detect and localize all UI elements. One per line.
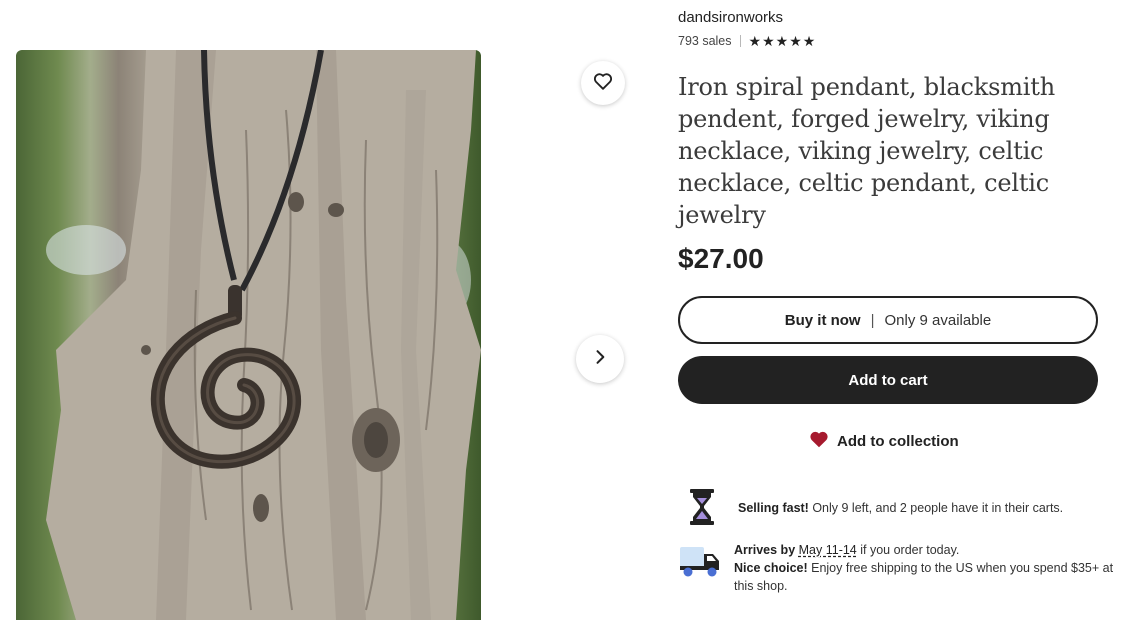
next-image-button[interactable] — [576, 335, 624, 383]
arrives-prefix: Arrives by — [734, 543, 799, 557]
free-shipping-line: Nice choice! Enjoy free shipping to the … — [734, 559, 1122, 595]
selling-fast-bold: Selling fast! — [738, 501, 809, 515]
buy-now-label: Buy it now — [784, 311, 861, 329]
arrival-line: Arrives by May 11-14 if you order today. — [734, 541, 1122, 559]
star-icon: ★ — [789, 33, 802, 49]
selling-fast-text: Selling fast! Only 9 left, and 2 people … — [738, 499, 1063, 517]
star-icon: ★ — [762, 33, 775, 49]
star-icon: ★ — [775, 33, 789, 49]
shop-name-link[interactable]: dandsironworks — [678, 9, 783, 26]
selling-fast-detail: Only 9 left, and 2 people have it in the… — [808, 501, 1064, 515]
add-to-collection-button[interactable]: Add to collection — [808, 428, 959, 454]
star-icon: ★ — [802, 33, 816, 49]
product-image[interactable] — [16, 50, 481, 620]
star-icon: ★ — [748, 33, 762, 49]
heart-outline-icon — [592, 70, 614, 97]
chevron-right-icon — [590, 347, 610, 372]
shipping-text: Arrives by May 11-14 if you order today.… — [734, 541, 1122, 595]
delivery-truck-icon — [678, 541, 722, 579]
shop-meta: 793 sales ★ ★ ★ ★ ★ — [678, 34, 815, 48]
heart-filled-icon — [808, 428, 830, 454]
add-to-collection-label: Add to collection — [837, 432, 959, 450]
buy-now-divider: | — [870, 311, 875, 329]
buy-it-now-button[interactable]: Buy it now | Only 9 available — [678, 296, 1098, 344]
product-price: $27.00 — [678, 243, 764, 274]
shipping-notice: Arrives by May 11-14 if you order today.… — [678, 541, 1122, 595]
arrives-suffix: if you order today. — [856, 543, 960, 557]
sales-count: 793 sales — [678, 34, 732, 48]
hourglass-icon — [678, 488, 726, 526]
arrival-date-link[interactable]: May 11-14 — [799, 543, 857, 557]
product-title: Iron spiral pendant, blacksmith pendent,… — [678, 73, 1055, 229]
nice-choice-bold: Nice choice! — [734, 561, 808, 575]
favorite-button[interactable] — [581, 61, 625, 105]
star-rating[interactable]: ★ ★ ★ ★ ★ — [749, 34, 816, 48]
pendant-photo — [46, 50, 481, 620]
availability-text: Only 9 available — [884, 311, 992, 329]
selling-fast-notice: Selling fast! Only 9 left, and 2 people … — [678, 488, 1063, 526]
add-to-cart-button[interactable]: Add to cart — [678, 356, 1098, 404]
meta-divider — [739, 35, 741, 47]
